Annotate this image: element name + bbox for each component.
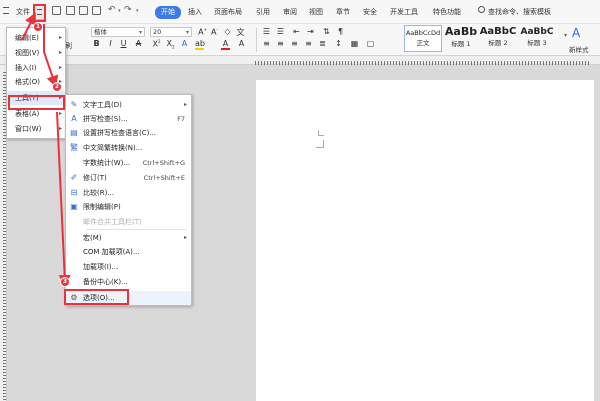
step-badge-1: 1 bbox=[33, 22, 43, 32]
highlight-file-dropdown bbox=[33, 4, 46, 22]
arrow-step-2 bbox=[43, 24, 59, 88]
step-badge-2: 2 bbox=[52, 82, 62, 92]
annotation-arrows bbox=[21, 12, 71, 287]
step-badge-3: 3 bbox=[60, 277, 70, 287]
highlight-tools-item bbox=[8, 95, 65, 110]
highlight-options-item bbox=[64, 289, 129, 305]
arrow-step-3 bbox=[56, 111, 71, 287]
